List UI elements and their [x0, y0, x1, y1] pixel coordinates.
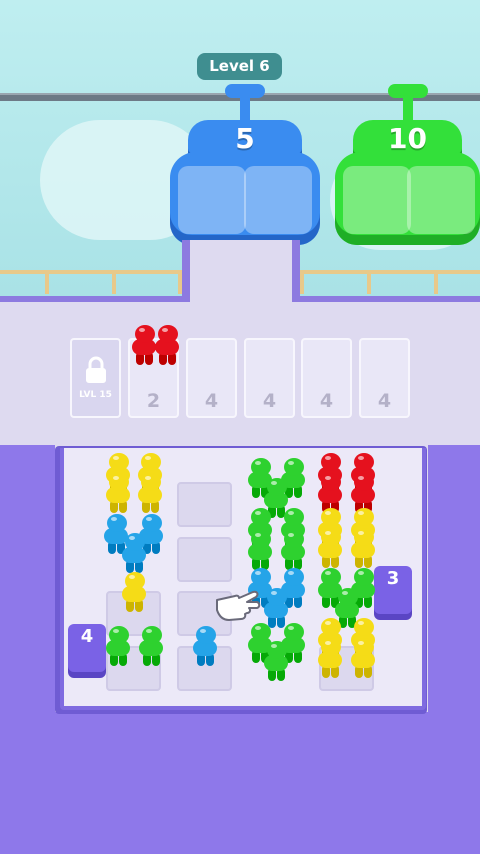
group-count-badge: 3 [374, 566, 412, 614]
red-passenger[interactable] [317, 473, 343, 513]
railing-post [112, 270, 116, 294]
queue-slot: 4 [186, 338, 237, 418]
yellow-passenger[interactable] [350, 638, 376, 678]
gondola-window [343, 166, 411, 234]
queue-slot-locked: LVL 15 [70, 338, 121, 418]
slot-number: 2 [146, 390, 161, 412]
slot-number: 4 [262, 390, 277, 412]
blue-passenger[interactable] [121, 533, 147, 573]
railing-post [434, 270, 438, 294]
railing-post [367, 270, 371, 294]
queue-slot: 4 [244, 338, 295, 418]
lock-icon [86, 356, 106, 383]
green-passenger[interactable] [138, 626, 164, 666]
gondola-blue[interactable]: 5 [170, 84, 320, 245]
gondola-window [407, 166, 475, 234]
yellow-passenger[interactable] [121, 572, 147, 612]
pointing-hand-icon [216, 590, 261, 621]
slot-number: 4 [319, 390, 334, 412]
gondola-hanger [240, 90, 250, 122]
boarding-walkway [186, 240, 296, 302]
walkway-edge [292, 240, 300, 302]
yellow-passenger[interactable] [137, 473, 163, 513]
gondola-hanger [402, 90, 413, 122]
yellow-passenger[interactable] [317, 638, 343, 678]
deck-edge [292, 296, 480, 302]
slot-number: 4 [204, 390, 219, 412]
level-indicator: Level 6 [197, 53, 282, 80]
railing [300, 270, 480, 274]
gondola-green[interactable]: 10 [335, 84, 480, 245]
red-passenger[interactable] [350, 473, 376, 513]
yellow-passenger[interactable] [105, 473, 131, 513]
gondola-window [178, 166, 246, 234]
lock-level-label: LVL 15 [79, 390, 112, 400]
green-passenger[interactable] [105, 626, 131, 666]
queue-slot: 4 [301, 338, 352, 418]
gondola-window [244, 166, 312, 234]
gondola-capacity: 10 [388, 122, 427, 155]
railing-post [178, 270, 182, 294]
queue-slot: 4 [359, 338, 410, 418]
walkway-edge [182, 240, 190, 302]
pit-floor [0, 712, 480, 854]
green-passenger[interactable] [280, 530, 306, 570]
yellow-passenger[interactable] [317, 528, 343, 568]
game-scene: Level 6 5 10 LVL 15 2 4 4 4 4 3 4 [0, 0, 480, 854]
grid-cell[interactable] [177, 482, 232, 527]
blue-passenger[interactable] [263, 588, 289, 628]
railing-post [45, 270, 49, 294]
deck-edge [0, 296, 188, 302]
grid-cell[interactable] [177, 537, 232, 582]
yellow-passenger[interactable] [350, 528, 376, 568]
green-passenger[interactable] [263, 641, 289, 681]
slot-number: 4 [377, 390, 392, 412]
green-passenger[interactable] [247, 530, 273, 570]
railing [0, 270, 182, 274]
group-count-badge: 4 [68, 624, 106, 672]
red-passenger[interactable] [154, 325, 180, 365]
railing-post [300, 270, 304, 294]
blue-passenger[interactable] [192, 626, 218, 666]
gondola-capacity: 5 [235, 122, 255, 155]
